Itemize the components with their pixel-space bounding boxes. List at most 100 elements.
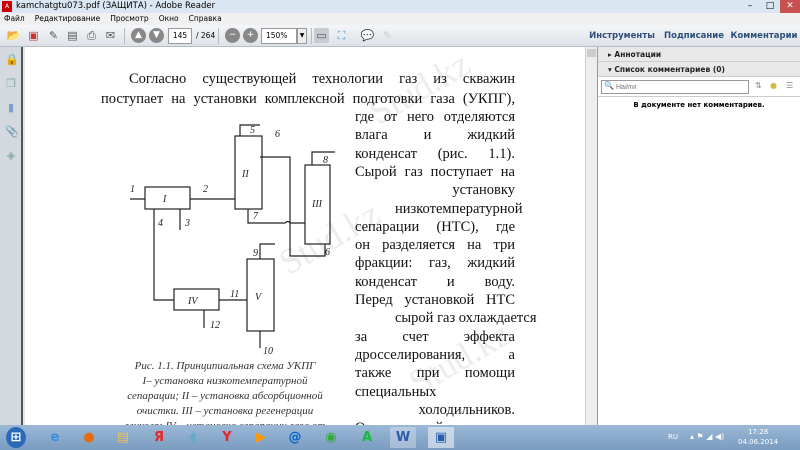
comment-list-label: Список комментариев (0) — [614, 65, 725, 74]
page-number-input[interactable]: 145 — [168, 28, 192, 44]
text-line: за счет эффекта — [355, 328, 515, 345]
explorer-icon[interactable]: ▤ — [110, 427, 136, 448]
highlight-icon[interactable]: ✎ — [380, 28, 395, 43]
comment-icon[interactable]: 💬 — [360, 28, 375, 43]
svg-text:I: I — [162, 194, 167, 205]
divider — [218, 28, 219, 44]
svg-text:2: 2 — [203, 184, 208, 195]
menu-help[interactable]: Справка — [189, 13, 222, 25]
menu-window[interactable]: Окно — [159, 13, 179, 25]
word-icon[interactable]: W — [390, 427, 416, 448]
edit-icon[interactable]: ✎ — [46, 28, 61, 43]
yandex-browser-icon[interactable]: Y — [214, 427, 240, 448]
options-icon[interactable]: ☰ — [786, 81, 793, 90]
email-icon[interactable]: ✉ — [103, 28, 118, 43]
search-icon: 🔍 — [604, 81, 614, 90]
comments-panel: ▸ Аннотации ▾ Список комментариев (0) 🔍 … — [597, 47, 800, 425]
annotations-section[interactable]: ▸ Аннотации — [598, 47, 800, 62]
caption-line: Рис. 1.1. Принципиальная схема УКПГ — [134, 360, 316, 372]
layers-icon[interactable]: ◈ — [5, 149, 17, 162]
maximize-button[interactable]: □ — [760, 0, 780, 13]
minimize-button[interactable]: – — [740, 0, 760, 13]
tab-sign[interactable]: Подписание — [660, 25, 728, 47]
pdf-app-icon: A — [2, 1, 12, 12]
text-line: установку — [452, 182, 515, 199]
firefox-icon[interactable]: ● — [76, 427, 102, 448]
zoom-level-input[interactable]: 150% — [261, 28, 297, 44]
svg-text:5: 5 — [250, 125, 255, 136]
open-icon[interactable]: 📂 — [6, 28, 21, 43]
unit-I — [144, 186, 191, 210]
next-page-icon[interactable]: ▼ — [149, 28, 164, 43]
caption-line: очистки. III – установка регенерации — [136, 405, 314, 417]
no-comments-message: В документе нет комментариев. — [633, 101, 765, 109]
text-line: Перед установкой НТС — [355, 292, 515, 308]
tab-tools[interactable]: Инструменты — [582, 25, 662, 47]
caption-line: I– установка низкотемпературной — [142, 375, 308, 387]
text-line: влага и жидкий — [355, 127, 515, 144]
media-icon[interactable]: ▶ — [248, 427, 274, 448]
svg-text:6: 6 — [275, 129, 280, 140]
close-button[interactable]: ✕ — [780, 0, 800, 13]
tab-comments[interactable]: Комментарии — [728, 25, 800, 47]
print-icon[interactable]: ⎙ — [84, 28, 99, 43]
svg-text:12: 12 — [210, 320, 220, 331]
save-icon[interactable]: ▤ — [65, 28, 80, 43]
filter-icon[interactable]: ● — [770, 81, 777, 90]
menu-view[interactable]: Просмотр — [110, 13, 149, 25]
zoom-out-icon[interactable]: − — [225, 28, 240, 43]
menu-edit[interactable]: Редактирование — [35, 13, 100, 25]
svg-text:1: 1 — [130, 184, 135, 195]
text-line: холодильников. — [418, 401, 515, 418]
text-line: специальных — [355, 383, 437, 400]
yandex-icon[interactable]: Я — [146, 427, 172, 448]
sort-icon[interactable]: ⇅ — [755, 81, 762, 90]
comment-list-section[interactable]: ▾ Список комментариев (0) — [598, 62, 800, 77]
text-line: фракции: газ, жидкий — [355, 255, 515, 272]
paragraph-line: поступает на установки комплексной подго… — [101, 91, 515, 107]
mail-agent-icon[interactable]: @ — [282, 427, 308, 448]
reader-taskbar-icon[interactable]: ▣ — [428, 427, 454, 448]
ie-icon[interactable]: e — [42, 427, 68, 448]
chrome-icon[interactable]: ◉ — [318, 427, 344, 448]
audio-icon[interactable]: ◖ — [180, 427, 206, 448]
start-button[interactable]: ⊞ — [6, 427, 26, 448]
create-pdf-icon[interactable]: ▣ — [26, 28, 41, 43]
svg-text:9: 9 — [253, 248, 258, 259]
app-a-icon[interactable]: A — [354, 427, 380, 448]
taskbar: ⊞ e ● ▤ Я ◖ Y ▶ @ ◉ A W ▣ RU ▴ ⚑ ◢ ◀) 17… — [0, 425, 800, 450]
text-line: он разделяется на три — [355, 237, 515, 254]
divider — [124, 28, 125, 44]
fullscreen-icon[interactable]: ⛶ — [334, 28, 349, 43]
text-line: сырой газ охлаждается — [395, 310, 537, 327]
ukpg-diagram: 1 234 5 678 69101112 IIIIIIIV V — [130, 124, 335, 355]
svg-text:II: II — [241, 169, 249, 180]
text-line: конденсат и воду. — [355, 273, 515, 290]
menu-file[interactable]: Файл — [4, 13, 25, 25]
svg-text:6: 6 — [325, 247, 330, 258]
text-line: также при помощи — [355, 365, 515, 382]
caption-line: сепарации; II – установка абсорбционной — [127, 390, 323, 402]
comment-search-input[interactable] — [601, 80, 749, 94]
fit-page-icon[interactable]: ▭ — [314, 28, 329, 43]
lock-icon[interactable]: 🔒 — [5, 53, 19, 66]
attachment-icon[interactable]: 📎 — [5, 125, 19, 138]
svg-text:4: 4 — [158, 218, 163, 229]
page-total: / 264 — [196, 31, 216, 40]
bookmark-icon[interactable]: ▮ — [5, 101, 17, 114]
svg-text:III: III — [311, 199, 323, 210]
svg-text:11: 11 — [230, 289, 239, 300]
language-indicator[interactable]: RU — [668, 433, 678, 441]
scroll-up-icon[interactable] — [587, 49, 596, 57]
text-line: конденсат (рис. 1.1). — [355, 145, 515, 162]
tray-icons[interactable]: ▴ ⚑ ◢ ◀) — [690, 432, 724, 441]
text-line: низкотемпературной — [395, 200, 523, 217]
svg-text:IV: IV — [187, 296, 199, 307]
window-title: kamchatgtu073.pdf (ЗАЩИТА) - Adobe Reade… — [16, 1, 216, 11]
clock-date: 04.06.2014 — [738, 438, 779, 446]
zoom-dropdown-icon[interactable]: ▼ — [297, 28, 307, 44]
prev-page-icon[interactable]: ▲ — [131, 28, 146, 43]
zoom-in-icon[interactable]: + — [243, 28, 258, 43]
document-scrollbar[interactable] — [585, 47, 597, 425]
pages-icon[interactable]: ❐ — [5, 77, 17, 90]
